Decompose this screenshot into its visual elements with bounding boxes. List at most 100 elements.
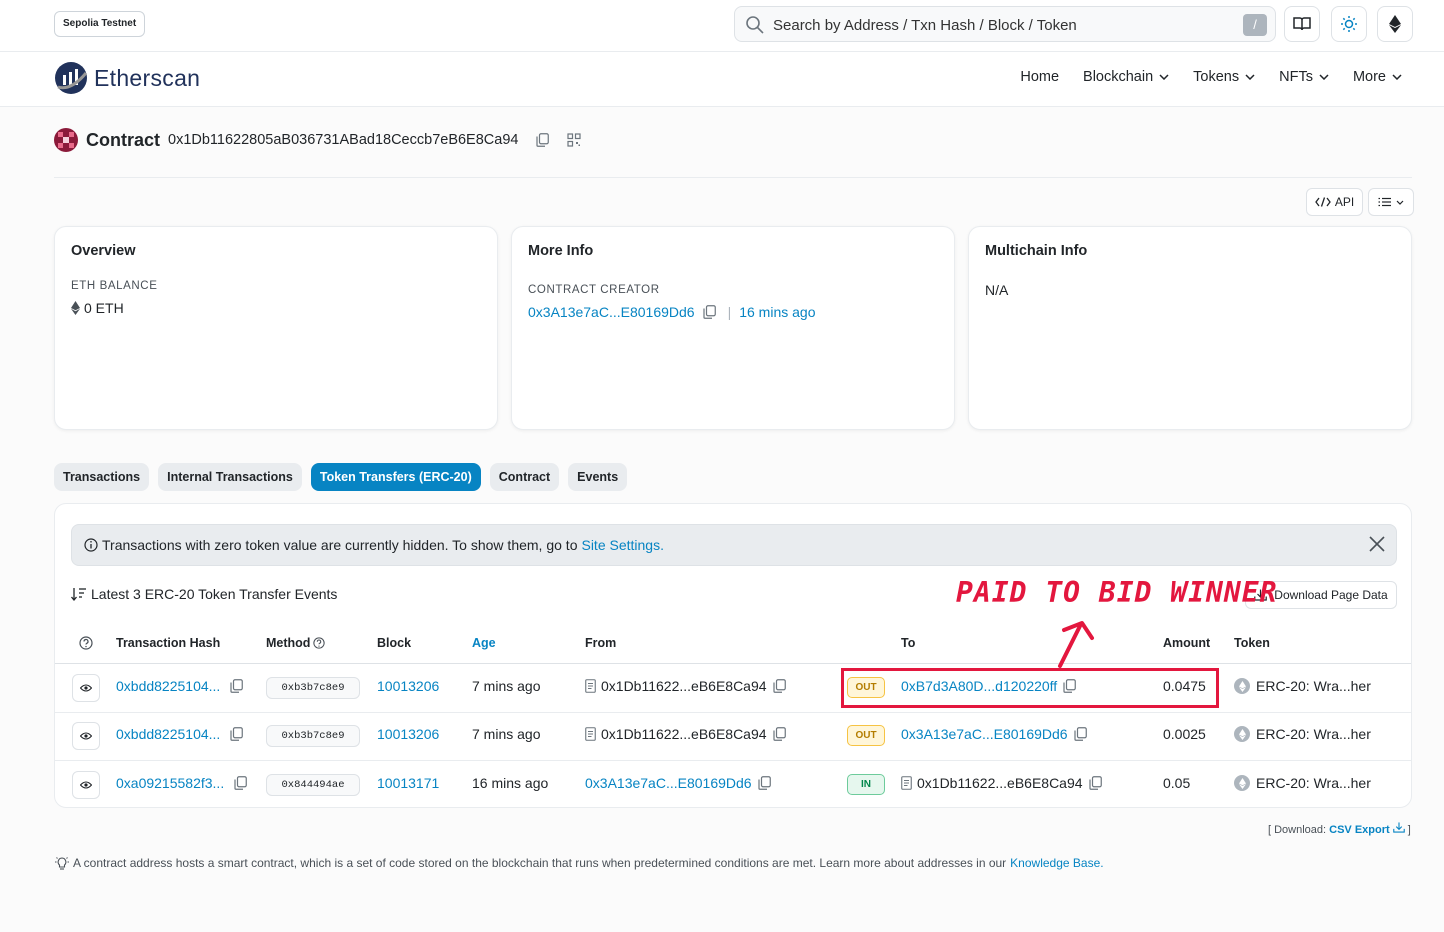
ethereum-network-button[interactable] [1377, 6, 1413, 42]
help-circle-icon[interactable] [79, 636, 93, 650]
tab-token-transfers[interactable]: Token Transfers (ERC-20) [310, 463, 481, 491]
top-bar: Sepolia Testnet / [0, 0, 1444, 52]
sort-descending-icon [71, 588, 86, 601]
etherscan-logo[interactable]: Etherscan [54, 61, 200, 95]
nav-nfts[interactable]: NFTs [1279, 69, 1329, 85]
lightbulb-icon [55, 857, 69, 870]
tab-internal-transactions[interactable]: Internal Transactions [158, 463, 302, 491]
header-divider [55, 663, 1411, 664]
token-link[interactable]: ERC-20: Wra...her [1256, 775, 1371, 791]
copy-icon[interactable] [230, 679, 244, 693]
code-icon [1315, 197, 1331, 207]
book-button[interactable] [1284, 6, 1320, 42]
contract-header: Contract 0x1Db11622805aB036731ABad18Cecc… [54, 128, 582, 152]
direction-badge: OUT [847, 725, 885, 746]
info-icon [84, 538, 98, 552]
header-from: From [585, 636, 617, 650]
chevron-down-icon [1159, 74, 1169, 80]
copy-icon[interactable] [1073, 727, 1087, 741]
multichain-title: Multichain Info [985, 243, 1088, 259]
to-address-link[interactable]: 0x3A13e7aC...E80169Dd6 [901, 726, 1068, 742]
age-cell: 7 mins ago [472, 726, 541, 742]
tab-events[interactable]: Events [568, 463, 628, 491]
view-details-button[interactable] [72, 674, 100, 702]
download-icon [1392, 822, 1405, 833]
method-badge: 0xb3b7c8e9 [266, 725, 360, 747]
ethereum-icon [1389, 15, 1401, 33]
to-address: 0x1Db11622...eB6E8Ca94 [917, 775, 1083, 791]
header-age-toggle[interactable]: Age [472, 636, 496, 650]
search-input[interactable] [773, 12, 1233, 38]
theme-toggle-button[interactable] [1331, 6, 1367, 42]
view-details-button[interactable] [72, 771, 100, 799]
more-info-title: More Info [528, 243, 594, 259]
api-button[interactable]: API [1306, 188, 1363, 216]
knowledge-base-link[interactable]: Knowledge Base. [1010, 856, 1103, 870]
method-badge: 0x844494ae [266, 774, 360, 796]
overview-title: Overview [71, 243, 136, 259]
search-box[interactable]: / [734, 6, 1276, 42]
nav-home[interactable]: Home [1020, 69, 1059, 85]
main-navbar: Etherscan Home Blockchain Tokens NFTs Mo… [0, 52, 1444, 107]
copy-icon[interactable] [1088, 776, 1102, 790]
creation-tx-link[interactable]: 16 mins ago [739, 304, 815, 320]
copy-icon[interactable] [230, 727, 244, 741]
creator-address-link[interactable]: 0x3A13e7aC...E80169Dd6 [528, 304, 695, 320]
token-link[interactable]: ERC-20: Wra...her [1256, 678, 1371, 694]
tab-transactions[interactable]: Transactions [54, 463, 150, 491]
copy-icon[interactable] [536, 133, 550, 147]
brand-name: Etherscan [94, 64, 201, 91]
from-address: 0x1Db11622...eB6E8Ca94 [601, 678, 767, 694]
age-cell: 7 mins ago [472, 678, 541, 694]
nav-tokens[interactable]: Tokens [1193, 69, 1255, 85]
header-divider [54, 177, 1412, 178]
from-address: 0x1Db11622...eB6E8Ca94 [601, 726, 767, 742]
view-details-button[interactable] [72, 722, 100, 750]
more-info-card: More Info CONTRACT CREATOR 0x3A13e7aC...… [511, 226, 955, 430]
method-badge: 0xb3b7c8e9 [266, 677, 360, 699]
multichain-value: N/A [985, 282, 1009, 298]
token-link[interactable]: ERC-20: Wra...her [1256, 726, 1371, 742]
qr-code-icon[interactable] [567, 133, 582, 147]
chevron-down-icon [1392, 74, 1402, 80]
contract-creator-label: CONTRACT CREATOR [528, 284, 660, 296]
copy-icon[interactable] [772, 727, 786, 741]
contract-file-icon [901, 776, 912, 790]
network-badge[interactable]: Sepolia Testnet [54, 11, 146, 37]
annotation-text: PAID TO BID WINNER [956, 576, 1278, 609]
direction-badge: IN [847, 774, 885, 795]
copy-icon[interactable] [702, 305, 716, 319]
header-token: Token [1234, 636, 1270, 650]
block-link[interactable]: 10013171 [377, 775, 439, 791]
contract-address: 0x1Db11622805aB036731ABad18Ceccb7eB6E8Ca… [168, 132, 519, 148]
site-settings-link[interactable]: Site Settings. [581, 537, 664, 553]
block-link[interactable]: 10013206 [377, 678, 439, 694]
help-circle-icon[interactable] [313, 637, 326, 649]
row-divider [55, 760, 1411, 761]
list-options-button[interactable] [1368, 188, 1414, 216]
tx-hash-link[interactable]: 0xbdd8225104... [116, 678, 220, 694]
block-link[interactable]: 10013206 [377, 726, 439, 742]
contract-creator-row: 0x3A13e7aC...E80169Dd6 | 16 mins ago [528, 304, 816, 320]
csv-export-link[interactable]: CSV Export [1329, 824, 1390, 836]
search-shortcut-key: / [1243, 14, 1267, 36]
header-amount: Amount [1163, 636, 1211, 650]
weth-token-icon [1234, 775, 1250, 791]
ethereum-icon [71, 301, 80, 315]
amount-cell: 0.05 [1163, 775, 1191, 791]
tx-hash-link[interactable]: 0xa09215582f3... [116, 775, 224, 791]
header-block: Block [377, 636, 412, 650]
search-icon [746, 16, 764, 34]
copy-icon[interactable] [234, 776, 248, 790]
copy-icon[interactable] [772, 679, 786, 693]
copy-icon[interactable] [757, 776, 771, 790]
weth-token-icon [1234, 726, 1250, 742]
amount-cell: 0.0025 [1163, 726, 1206, 742]
nav-more[interactable]: More [1353, 69, 1402, 85]
tx-hash-link[interactable]: 0xbdd8225104... [116, 726, 220, 742]
nav-blockchain[interactable]: Blockchain [1083, 69, 1169, 85]
eye-icon [80, 781, 92, 789]
from-address-link[interactable]: 0x3A13e7aC...E80169Dd6 [585, 775, 752, 791]
close-icon[interactable] [1368, 535, 1386, 553]
tab-contract[interactable]: Contract [489, 463, 560, 491]
